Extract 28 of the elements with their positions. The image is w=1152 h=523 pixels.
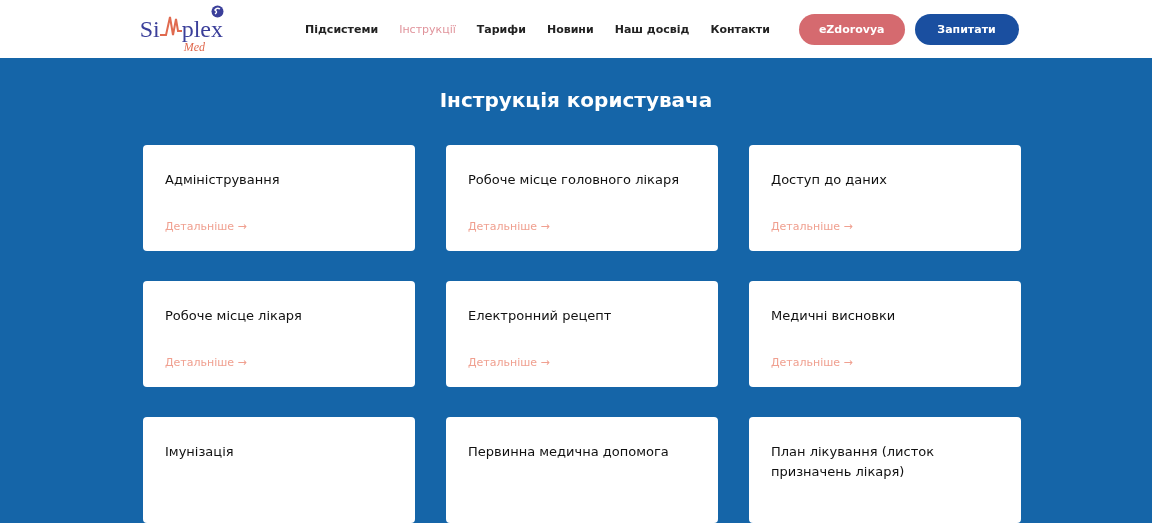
- card-title: Доступ до даних: [771, 171, 888, 189]
- nav-link[interactable]: Тарифи: [476, 22, 526, 36]
- card-title: Адміністрування: [165, 171, 281, 189]
- logo-text: plex: [181, 17, 223, 41]
- nav-link[interactable]: Підсистеми: [305, 22, 379, 36]
- details-link[interactable]: Детальніше →: [771, 220, 853, 233]
- details-link[interactable]: Детальніше →: [165, 220, 247, 233]
- logo-subtitle: Med: [183, 41, 205, 53]
- nav-link[interactable]: Контакти: [710, 22, 770, 36]
- card-title: Імунізація: [165, 443, 235, 461]
- details-link[interactable]: Детальніше →: [165, 356, 247, 369]
- logo-swirl-icon: [211, 5, 224, 18]
- ask-button[interactable]: Запитати: [914, 13, 1019, 45]
- details-link[interactable]: Детальніше →: [771, 356, 853, 369]
- card-title: Робоче місце лікаря: [165, 307, 303, 325]
- details-link[interactable]: Детальніше →: [468, 356, 550, 369]
- logo-text: Si: [139, 17, 160, 41]
- card-title: Робоче місце головного лікаря: [468, 171, 680, 189]
- nav-link[interactable]: Наш досвід: [614, 22, 690, 36]
- card-title: План лікування (листок призначень лікаря): [771, 443, 936, 481]
- card-title: Первинна медична допомога: [468, 443, 670, 461]
- page-title: Інструкція користувача: [438, 87, 714, 114]
- ezdorovya-button[interactable]: eZdorovya: [798, 13, 905, 45]
- nav-link[interactable]: Новини: [546, 22, 594, 36]
- nav-link[interactable]: Інструкції: [399, 22, 456, 36]
- details-link[interactable]: Детальніше →: [468, 220, 550, 233]
- card-title: Електронний рецепт: [468, 307, 613, 325]
- card-title: Медичні висновки: [771, 307, 897, 325]
